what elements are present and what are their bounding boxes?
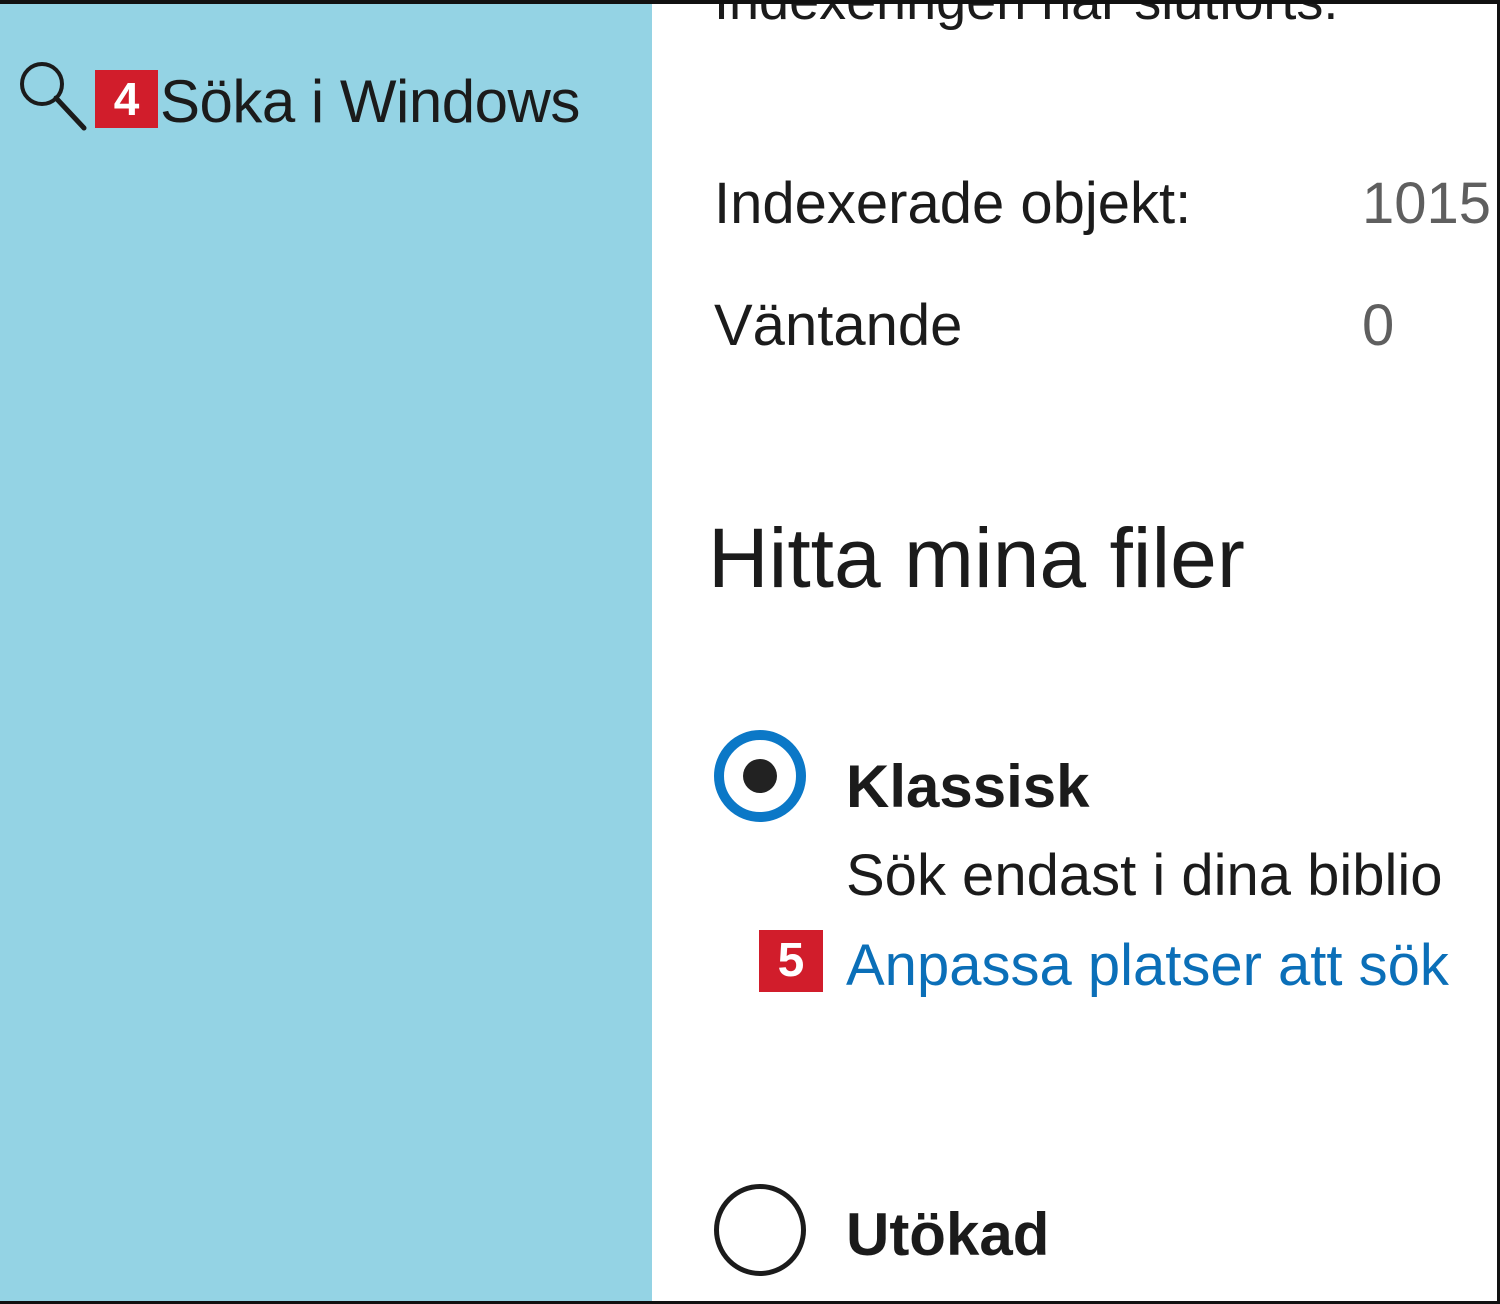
- window-frame: [0, 0, 1500, 1304]
